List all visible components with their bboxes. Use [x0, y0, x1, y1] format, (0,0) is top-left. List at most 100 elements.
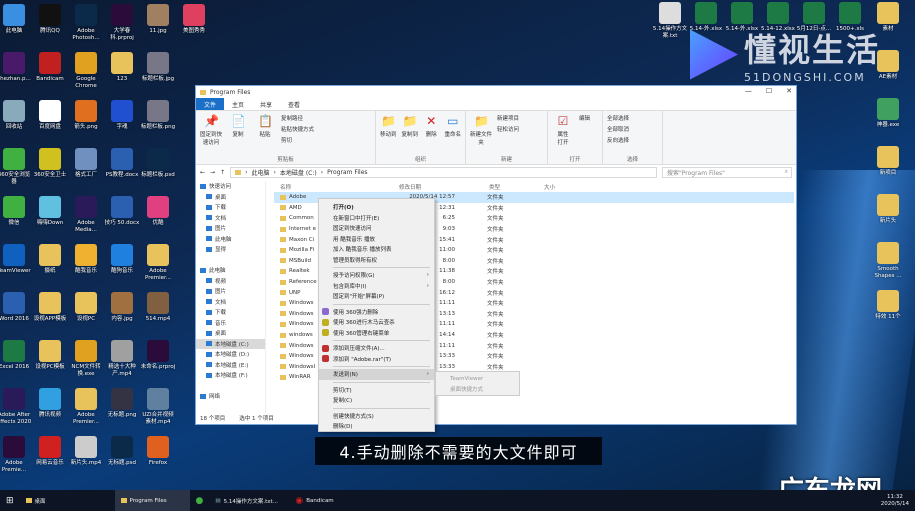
properties-button[interactable]: ☑ 属性 打开 — [552, 114, 574, 154]
desktop-icon[interactable]: 11.jpg — [140, 4, 176, 35]
desktop-icon[interactable]: 箭头.png — [68, 100, 104, 131]
tab-view[interactable]: 查看 — [280, 98, 308, 110]
copy-button[interactable]: 📄 复制 — [227, 114, 249, 154]
desktop-icon[interactable]: 未命名.prproj — [140, 340, 176, 371]
forward-button[interactable]: → — [210, 169, 215, 176]
new-folder-button[interactable]: 📁 新建文件夹 — [470, 114, 492, 154]
nav-item[interactable]: 桌面 — [196, 192, 265, 203]
up-button[interactable]: ↑ — [220, 169, 225, 176]
desktop-icon[interactable]: Google Chrome — [68, 52, 104, 90]
desktop-icon[interactable]: 字魂 — [104, 100, 140, 131]
context-menu-item[interactable]: 添加到压缩文件(A)... — [319, 343, 434, 354]
desktop-icon[interactable]: 美图秀秀 — [176, 4, 212, 35]
breadcrumb-item[interactable]: 本地磁盘 (C:) — [280, 168, 317, 177]
copy-path-button[interactable]: 复制路径 — [281, 114, 314, 122]
desktop-icon[interactable]: 514.mp4 — [140, 292, 176, 323]
desktop-icon[interactable]: 5.14操作方文案.txt — [652, 2, 688, 40]
context-menu-item[interactable]: 加入 酷我音乐 播放列表 — [319, 244, 434, 255]
taskbar-program-files[interactable]: Program Files — [114, 490, 190, 511]
nav-item[interactable]: 视频 — [196, 276, 265, 287]
column-size[interactable]: 大小 — [544, 183, 555, 191]
desktop-icon[interactable]: 腾讯QQ — [32, 4, 68, 35]
desktop-icon[interactable]: 酷狗音乐 — [104, 244, 140, 275]
desktop-icon[interactable]: 新项目 — [870, 146, 906, 177]
rename-button[interactable]: ▭ 重命名 — [445, 114, 462, 154]
context-menu-item[interactable]: 打开(O) — [319, 202, 434, 213]
desktop-icon[interactable]: PS教程.docx — [104, 148, 140, 179]
edit-button[interactable]: 编辑 — [579, 114, 590, 122]
nav-item[interactable]: 此电脑 — [196, 234, 265, 245]
invert-selection-button[interactable]: 反向选择 — [607, 136, 629, 144]
desktop-icon[interactable]: 网易云音乐 — [32, 436, 68, 467]
tab-file[interactable]: 文件 — [196, 98, 225, 110]
desktop-icon[interactable]: 无标题.png — [104, 388, 140, 419]
context-menu-item[interactable]: 发送到(N) › — [319, 369, 434, 380]
address-bar[interactable]: › 此电脑 › 本地磁盘 (C:) › Program Files — [230, 166, 657, 178]
desktop-icon[interactable]: 设视APP模板 — [32, 292, 68, 323]
desktop-icon[interactable]: 123 — [104, 52, 140, 83]
context-menu-item[interactable]: 使用 360强力删除 — [319, 307, 434, 318]
clock[interactable]: 11:32 2020/5/14 — [881, 494, 915, 508]
desktop-icon[interactable]: 大学春科.prproj — [104, 4, 140, 42]
desktop-icon[interactable]: 标题栏板.psd — [140, 148, 176, 179]
nav-item[interactable]: 本地磁盘 (C:) — [196, 338, 265, 349]
desktop-icon[interactable]: TeamViewer — [0, 244, 32, 275]
desktop-icon[interactable]: 摄纸 — [32, 244, 68, 275]
paste-button[interactable]: 📋 粘贴 — [254, 114, 276, 154]
context-menu-item[interactable]: 管理员取得所有权 — [319, 255, 434, 266]
desktop-icon[interactable]: 360安全卫士 — [32, 148, 68, 179]
desktop-icon[interactable]: 无标题.psd — [104, 436, 140, 467]
desktop-icon[interactable]: 内容.jpg — [104, 292, 140, 323]
context-menu-item[interactable]: 固定到"开始"屏幕(P) — [319, 291, 434, 302]
desktop-icon[interactable]: 精选十大种产.mp4 — [104, 340, 140, 378]
desktop-icon[interactable]: 酷我音乐 — [68, 244, 104, 275]
desktop-icon[interactable]: Smooth Shapes ... — [870, 242, 906, 280]
desktop-icon[interactable]: 微信 — [0, 196, 32, 227]
open-button[interactable]: 打开 — [557, 138, 568, 146]
desktop-icon[interactable]: Adobe Media... — [68, 196, 104, 234]
desktop-icon[interactable]: 格式工厂 — [68, 148, 104, 179]
nav-item[interactable]: 本地磁盘 (E:) — [196, 360, 265, 371]
desktop-icon[interactable]: Adobe After Effects 2020 — [0, 388, 32, 426]
back-button[interactable]: ← — [200, 169, 205, 176]
column-date[interactable]: 修改日期 — [399, 183, 489, 191]
copy-to-button[interactable]: 📁 复制到 — [402, 114, 419, 154]
context-menu-item[interactable]: 固定到快速访问 — [319, 223, 434, 234]
context-menu-item[interactable]: 创建快捷方式(S) — [319, 411, 434, 422]
desktop-icon[interactable]: 标题栏板.jpg — [140, 52, 176, 83]
desktop-icon[interactable]: 腾讯视频 — [32, 388, 68, 419]
cut-button[interactable]: 剪切 — [281, 136, 314, 144]
desktop-icon[interactable]: Adobe Photosh... — [68, 4, 104, 42]
nav-item[interactable]: 文档 — [196, 213, 265, 224]
nav-item[interactable]: 桌面 — [196, 328, 265, 339]
tab-share[interactable]: 共享 — [252, 98, 280, 110]
tab-home[interactable]: 主页 — [224, 98, 252, 110]
desktop-icon[interactable]: 设视PC — [68, 292, 104, 323]
nav-item[interactable]: 图片 — [196, 223, 265, 234]
context-menu-item[interactable]: 复制(C) — [319, 395, 434, 406]
start-button[interactable]: ⊞ — [0, 490, 20, 511]
desktop-icon[interactable]: Adobe Premier... — [68, 388, 104, 426]
context-menu-item[interactable]: 使用 360进行木马云查杀 — [319, 317, 434, 328]
delete-button[interactable]: ✕ 删除 — [423, 114, 440, 154]
context-menu-item[interactable]: 删除(D) — [319, 421, 434, 432]
paste-shortcut-button[interactable]: 粘贴快捷方式 — [281, 125, 314, 133]
desktop-icon[interactable]: 标题栏板.png — [140, 100, 176, 131]
desktop-icon[interactable]: 优酷 — [140, 196, 176, 227]
desktop-icon[interactable]: 设视PC模板 — [32, 340, 68, 371]
taskbar-bandicam[interactable]: ◉ Bandicam — [289, 490, 339, 511]
pin-button[interactable]: 📌 固定到快速访问 — [200, 114, 222, 154]
desktop-icon[interactable]: Firefox — [140, 436, 176, 467]
desktop-icon[interactable]: Excel 2016 — [0, 340, 32, 371]
desktop-icon[interactable]: Adobe Premier... — [140, 244, 176, 282]
nav-item[interactable]: 显得 — [196, 244, 265, 255]
nav-item[interactable]: 音乐 — [196, 318, 265, 329]
desktop-icon[interactable]: Adobe Premie... — [0, 436, 32, 474]
desktop-icon[interactable]: 嗨嗨Down — [32, 196, 68, 227]
desktop-icon[interactable]: 新片头.mp4 — [68, 436, 104, 467]
select-none-button[interactable]: 全部取消 — [607, 125, 629, 133]
nav-this-pc[interactable]: 此电脑 — [196, 265, 265, 276]
move-to-button[interactable]: 📁 移动到 — [380, 114, 397, 154]
desktop-icon[interactable]: 此电脑 — [0, 4, 32, 35]
desktop-icon[interactable]: Bandicam — [32, 52, 68, 83]
